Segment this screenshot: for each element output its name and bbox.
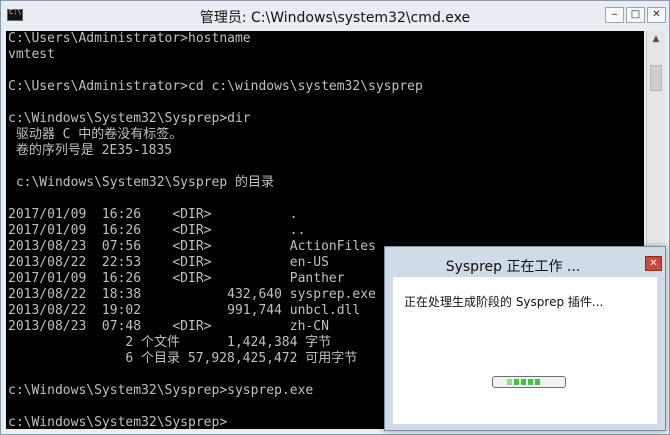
console-line: c:\Windows\System32\Sysprep 的目录	[8, 175, 274, 190]
progress-block	[535, 379, 540, 385]
progress-block	[528, 379, 533, 385]
console-line: 6 个目录 57,928,425,472 可用字节	[8, 351, 358, 366]
dialog-message: 正在处理生成阶段的 Sysprep 插件...	[404, 295, 604, 309]
cmd-titlebar[interactable]: 管理员: C:\Windows\system32\cmd.exe ‒ □ ✕	[1, 1, 669, 31]
console-line: 2013/08/22 18:38 432,640 sysprep.exe	[8, 287, 376, 302]
console-line: C:\Users\Administrator>cd c:\windows\sys…	[8, 79, 423, 94]
console-line: 2013/08/22 19:02 991,744 unbcl.dll	[8, 303, 361, 318]
dialog-body: 正在处理生成阶段的 Sysprep 插件...	[393, 277, 657, 424]
console-line: 驱动器 C 中的卷没有标签。	[8, 127, 183, 142]
dialog-close-button[interactable]: ✕	[645, 256, 662, 271]
minimize-button[interactable]: ‒	[605, 7, 624, 23]
progress-bar	[492, 376, 566, 388]
console-line: 2017/01/09 16:26 <DIR> ..	[8, 223, 306, 238]
scroll-up-arrow-icon[interactable]: ▲	[647, 31, 665, 48]
window-title: 管理员: C:\Windows\system32\cmd.exe	[199, 10, 471, 26]
sysprep-dialog: Sysprep 正在工作 ... ✕ 正在处理生成阶段的 Sysprep 插件.…	[384, 246, 666, 431]
console-line: C:\Users\Administrator>hostname	[8, 31, 251, 46]
console-line: 2 个文件 1,424,384 字节	[8, 335, 332, 350]
progress-block	[507, 379, 512, 385]
console-line: c:\Windows\System32\Sysprep>sysprep.exe	[8, 383, 314, 398]
maximize-button[interactable]: □	[626, 7, 645, 23]
console-line: 2013/08/23 07:56 <DIR> ActionFiles	[8, 239, 376, 254]
progress-block	[514, 379, 519, 385]
dialog-title: Sysprep 正在工作 ...	[445, 259, 581, 275]
console-line: 2013/08/23 07:48 <DIR> zh-CN	[8, 319, 329, 334]
progress-marquee	[507, 379, 540, 385]
scroll-thumb[interactable]	[650, 65, 662, 91]
console-line: 卷的序列号是 2E35-1835	[8, 143, 173, 158]
console-line: 2017/01/09 16:26 <DIR> .	[8, 207, 298, 222]
console-line: 2013/08/22 22:53 <DIR> en-US	[8, 255, 329, 270]
console-line: vmtest	[8, 47, 55, 62]
progress-block	[521, 379, 526, 385]
console-line: c:\Windows\System32\Sysprep>	[8, 415, 228, 429]
console-line: 2017/01/09 16:26 <DIR> Panther	[8, 271, 345, 286]
console-line: c:\Windows\System32\Sysprep>dir	[8, 111, 251, 126]
close-button[interactable]: ✕	[647, 7, 666, 23]
